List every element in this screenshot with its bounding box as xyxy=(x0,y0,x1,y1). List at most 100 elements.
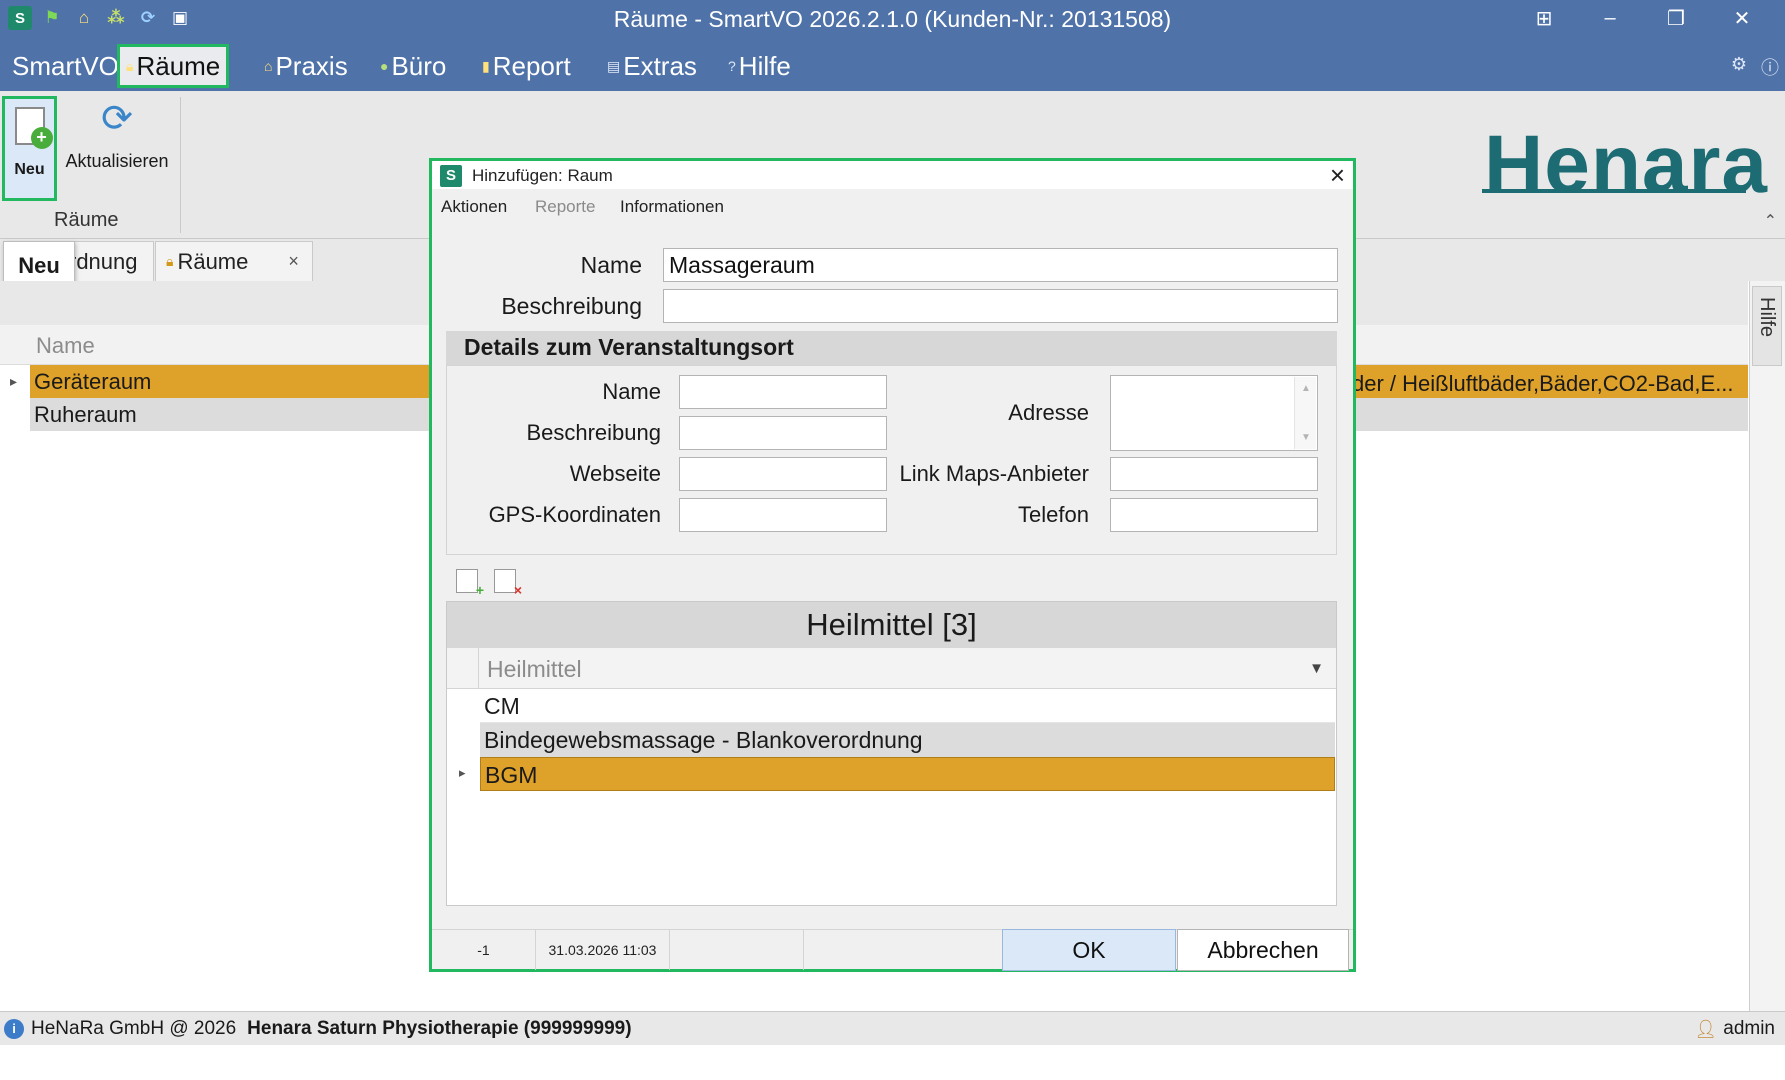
current-user[interactable]: 👤︎ admin xyxy=(1694,1018,1775,1040)
dialog-menu-informationen[interactable]: Informationen xyxy=(620,197,724,217)
tag-icon: ● xyxy=(380,58,389,74)
lock-icon: 🔒︎ xyxy=(126,57,134,74)
gps-label: GPS-Koordinaten xyxy=(488,502,661,527)
info-icon[interactable]: ⓘ xyxy=(1761,54,1779,80)
ok-button[interactable]: OK xyxy=(1002,929,1176,971)
menu-buero[interactable]: ● Büro xyxy=(374,44,452,88)
help-icon: ? xyxy=(728,58,736,74)
heilmittel-column-label: Heilmittel xyxy=(487,656,582,682)
menu-raeume[interactable]: 🔒︎ Räume xyxy=(117,44,230,88)
link-maps-input[interactable] xyxy=(1110,457,1318,491)
neu-button[interactable]: + Neu xyxy=(2,96,57,201)
new-document-icon: + xyxy=(14,107,53,149)
beschreibung-label: Beschreibung xyxy=(501,293,642,319)
heilmittel-column-header[interactable]: Heilmittel ▼ xyxy=(447,648,1336,689)
telefon-label: Telefon xyxy=(1018,502,1089,527)
close-button[interactable]: ✕ xyxy=(1709,4,1775,32)
list-item[interactable]: CM xyxy=(480,689,1335,723)
bottom-area xyxy=(0,1045,1785,1080)
delete-item-icon[interactable]: × xyxy=(494,569,522,598)
dialog-menu-bar: Aktionen Reporte Informationen xyxy=(432,189,1353,223)
adresse-label: Adresse xyxy=(1008,400,1089,425)
dialog-menu-aktionen[interactable]: Aktionen xyxy=(441,197,507,217)
adresse-textarea[interactable]: ▲ ▼ xyxy=(1110,375,1318,451)
smartvo-logo-icon: S xyxy=(440,165,462,187)
details-section: Name Beschreibung Webseite GPS-Koordinat… xyxy=(446,365,1337,555)
menu-smartvo[interactable]: SmartVO xyxy=(6,44,125,88)
close-tab-icon[interactable]: × xyxy=(288,251,299,272)
tab-raeume[interactable]: 🔒︎ Räume × xyxy=(155,241,313,281)
refresh-icon: ⟳ xyxy=(101,98,133,140)
menu-report[interactable]: ▮ Report xyxy=(476,44,577,88)
name-input[interactable] xyxy=(663,248,1338,282)
dialog-menu-reporte[interactable]: Reporte xyxy=(535,197,595,217)
ribbon-group-label: Räume xyxy=(54,209,119,231)
name-label: Name xyxy=(580,252,642,278)
dialog-title: Hinzufügen: Raum xyxy=(472,166,613,185)
heilmittel-toolbar: + × xyxy=(456,569,522,598)
scroll-up-icon[interactable]: ▲ xyxy=(1301,383,1311,394)
heilmittel-panel: Heilmittel [3] Heilmittel ▼ CM Bindegewe… xyxy=(446,601,1337,906)
status-bar: i HeNaRa GmbH @ 2026 Henara Saturn Physi… xyxy=(0,1011,1785,1045)
practice-name: Henara Saturn Physiotherapie (999999999) xyxy=(247,1017,632,1039)
lock-icon: 🔒︎ xyxy=(166,253,174,269)
collapse-ribbon-icon[interactable]: ⌃ xyxy=(1764,211,1777,231)
restore-button[interactable]: ❐ xyxy=(1643,4,1709,32)
heilmittel-title: Heilmittel [3] xyxy=(447,602,1336,648)
webseite-input[interactable] xyxy=(679,457,887,491)
list-item[interactable]: Bindegewebsmassage - Blankoverordnung xyxy=(480,723,1335,757)
venue-name-input[interactable] xyxy=(679,375,887,409)
aktualisieren-button[interactable]: ⟳ Aktualisieren xyxy=(62,99,172,199)
webseite-label: Webseite xyxy=(569,461,661,486)
dialog-title-bar: S Hinzufügen: Raum × xyxy=(432,160,1353,191)
hilfe-side-tab[interactable]: Hilfe xyxy=(1752,286,1782,366)
menu-extras-label: Extras xyxy=(623,50,697,81)
menu-bar: SmartVO 🔒︎ Räume ⌂ Praxis ● Büro ▮ Report ▤ E… xyxy=(0,36,1785,91)
tab-verordnung-label: rdnung xyxy=(69,248,138,274)
telefon-input[interactable] xyxy=(1110,498,1318,532)
menu-hilfe-label: Hilfe xyxy=(738,50,791,81)
beschreibung-input[interactable] xyxy=(663,289,1338,323)
side-panel xyxy=(1749,281,1785,1011)
layout-icon[interactable]: ⊞ xyxy=(1511,4,1577,32)
venue-name-label: Name xyxy=(602,379,661,404)
record-timestamp: 31.03.2026 11:03 xyxy=(536,930,670,970)
extras-icon: ▤ xyxy=(607,57,621,74)
ribbon-separator xyxy=(180,97,181,233)
dialog-close-icon[interactable]: × xyxy=(1330,160,1345,191)
list-item[interactable]: BGM xyxy=(480,757,1335,791)
neu-button-label: Neu xyxy=(14,161,45,178)
cancel-button[interactable]: Abbrechen xyxy=(1177,929,1349,971)
column-name-header[interactable]: Name xyxy=(36,333,95,359)
adresse-scrollbar[interactable]: ▲ ▼ xyxy=(1294,377,1316,449)
gps-input[interactable] xyxy=(679,498,887,532)
status-empty-cell xyxy=(670,930,804,970)
row-indicator-icon: ▸ xyxy=(459,765,466,780)
chevron-down-icon[interactable]: ▼ xyxy=(1309,660,1324,677)
menu-extras[interactable]: ▤ Extras xyxy=(601,44,703,88)
scroll-down-icon[interactable]: ▼ xyxy=(1301,432,1311,443)
house-icon: ⌂ xyxy=(264,58,273,74)
henara-logo: Henara xyxy=(1484,119,1769,210)
menu-right-icons: ⚙ ⓘ xyxy=(1731,54,1779,80)
add-room-dialog: S Hinzufügen: Raum × Aktionen Reporte In… xyxy=(429,158,1356,972)
venue-beschreibung-input[interactable] xyxy=(679,416,887,450)
menu-praxis-label: Praxis xyxy=(275,50,348,81)
title-bar: S ⚑ ⌂ ⁂ ⟳ ▣ Räume - SmartVO 2026.2.1.0 (… xyxy=(0,0,1785,36)
report-icon: ▮ xyxy=(482,57,490,74)
user-icon: 👤︎ xyxy=(1694,1018,1718,1039)
menu-buero-label: Büro xyxy=(391,50,447,81)
add-item-icon[interactable]: + xyxy=(456,569,484,598)
settings-icon[interactable]: ⚙ xyxy=(1731,54,1747,80)
minimize-button[interactable]: – xyxy=(1577,4,1643,32)
henara-logo-underline xyxy=(1482,189,1746,193)
aktualisieren-button-label: Aktualisieren xyxy=(65,151,169,171)
venue-beschreibung-label: Beschreibung xyxy=(526,420,661,445)
menu-praxis[interactable]: ⌂ Praxis xyxy=(258,44,354,88)
row-indicator-column xyxy=(447,648,479,688)
record-id: -1 xyxy=(432,930,536,970)
menu-smartvo-label: SmartVO xyxy=(12,50,119,81)
window-controls: ⊞ – ❐ ✕ xyxy=(1511,4,1775,32)
row-indicator-icon: ▸ xyxy=(10,373,18,389)
menu-hilfe[interactable]: ? Hilfe xyxy=(722,44,797,88)
